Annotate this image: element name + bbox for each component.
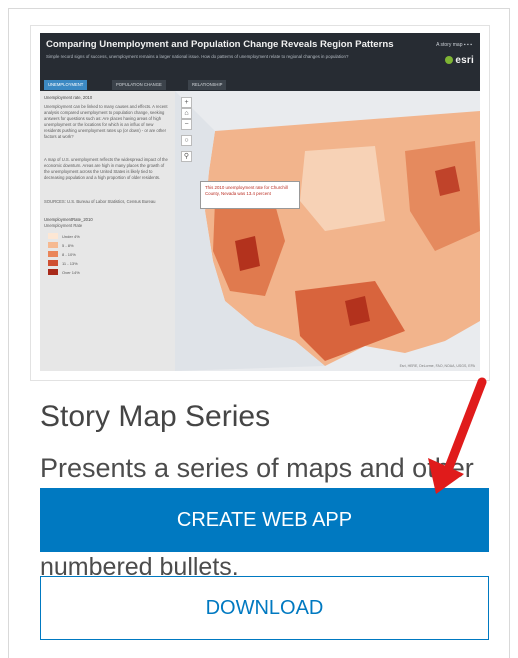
legend-swatch (48, 233, 58, 239)
map-canvas (175, 91, 480, 371)
thumbnail-title: Comparing Unemployment and Population Ch… (46, 39, 394, 50)
thumbnail-share: A story map ▪ ▪ ▪ (436, 42, 472, 48)
red-arrow-icon (428, 377, 487, 494)
map-attribution: Esri, HERE, DeLorme, FAO, NOAA, USGS, EP… (399, 364, 475, 368)
home-icon: ⌂ (181, 108, 192, 119)
legend-item: Under 4% (48, 233, 80, 240)
legend-item: 8 - 10% (48, 251, 76, 258)
zoom-in-icon: + (181, 97, 192, 108)
thumbnail-tabs: UNEMPLOYMENT POPULATION CHANGE RELATIONS… (40, 77, 480, 91)
thumbnail-frame[interactable]: Comparing Unemployment and Population Ch… (30, 25, 490, 381)
side-heading: Unemployment rate, 2010 (44, 95, 93, 100)
thumbnail-tab-relationship: RELATIONSHIP (188, 80, 227, 90)
legend-item: 5 - 8% (48, 242, 74, 249)
card-title: Story Map Series (40, 400, 271, 433)
story-map-thumbnail: Comparing Unemployment and Population Ch… (40, 33, 480, 371)
legend-subtitle: Unemployment Rate (44, 223, 83, 228)
legend-swatch (48, 242, 58, 248)
card-description: Presents a series of maps and other (40, 453, 474, 483)
thumbnail-header: Comparing Unemployment and Population Ch… (40, 33, 480, 77)
side-paragraph-2: A map of U.S. unemployment reflects the … (44, 157, 168, 180)
side-paragraph-1: Unemployment can be linked to many cause… (44, 104, 168, 139)
download-button[interactable]: DOWNLOAD (40, 576, 489, 640)
zoom-out-icon: − (181, 119, 192, 130)
thumbnail-side-panel: Unemployment rate, 2010 Unemployment can… (40, 91, 175, 371)
legend-item: Over 14% (48, 269, 80, 276)
locate-icon: ○ (181, 135, 192, 146)
map-popup: This 2010 unemployment rate for Churchil… (200, 181, 300, 209)
legend-item: 11 - 13% (48, 260, 78, 267)
side-source: SOURCES: U.S. Bureau of Labor Statistics… (44, 199, 156, 204)
thumbnail-subtitle: Simple record signs of success, unemploy… (46, 54, 349, 59)
esri-logo: esri (445, 55, 474, 66)
legend-swatch (48, 269, 58, 275)
legend-swatch (48, 251, 58, 257)
thumbnail-tab-population: POPULATION CHANGE (112, 80, 166, 90)
search-icon: ⚲ (181, 151, 192, 162)
thumbnail-tab-unemployment: UNEMPLOYMENT (44, 80, 88, 90)
legend-swatch (48, 260, 58, 266)
choropleth-map: + ⌂ − ○ ⚲ Esri, HERE, DeLorme, FAO, NOAA… (175, 91, 480, 371)
